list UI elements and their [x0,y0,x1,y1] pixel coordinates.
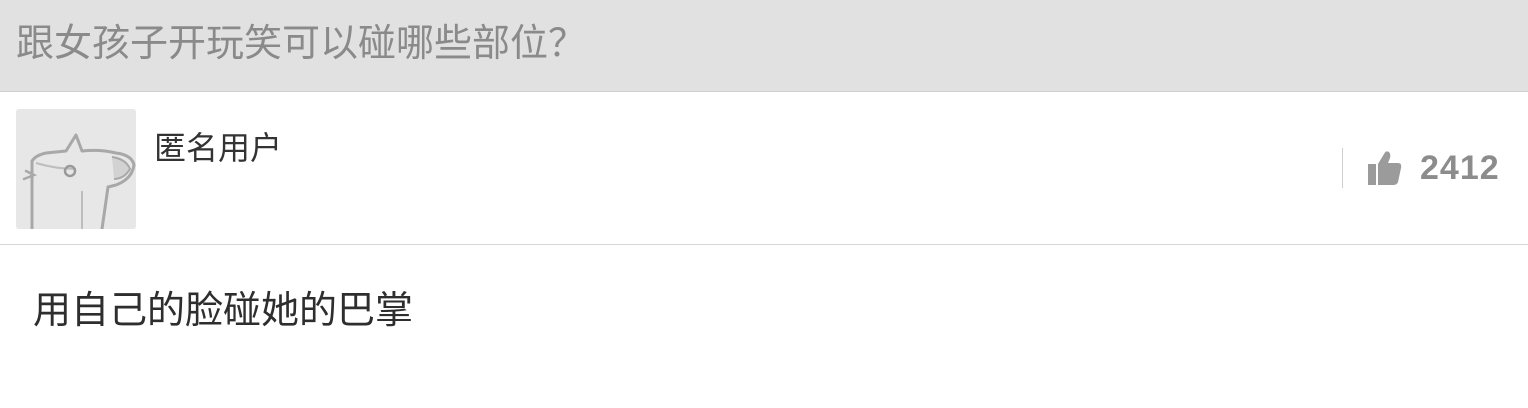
question-header[interactable]: 跟女孩子开玩笑可以碰哪些部位？ [0,0,1528,92]
answer-content: 用自己的脸碰她的巴掌 [33,288,414,332]
upvote-button[interactable]: 2412 [1362,144,1512,192]
vote-count: 2412 [1420,149,1500,187]
answer-page: 跟女孩子开玩笑可以碰哪些部位？ 匿名用户 2412 用自己的脸碰她的巴掌 [0,0,1528,408]
question-title[interactable]: 跟女孩子开玩笑可以碰哪些部位？ [16,18,586,68]
answer-body: 用自己的脸碰她的巴掌 [0,245,1528,408]
vote-divider [1342,148,1343,188]
anonymous-avatar-icon[interactable] [16,109,136,229]
author-name[interactable]: 匿名用户 [154,128,282,168]
thumbs-up-icon [1368,150,1402,186]
author-row: 匿名用户 2412 [0,92,1528,245]
